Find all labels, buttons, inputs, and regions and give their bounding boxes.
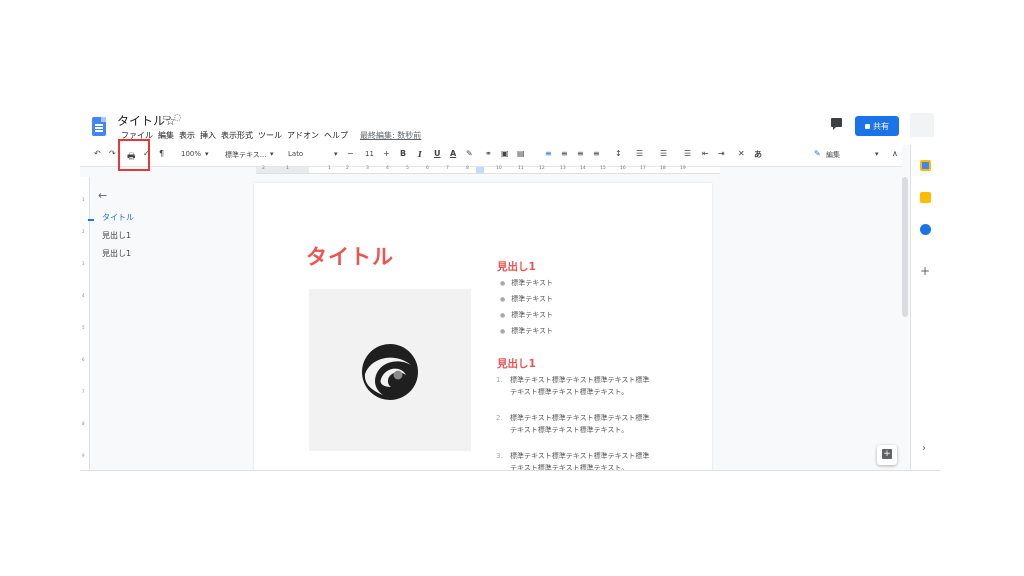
list-item[interactable]: ● 標準テキスト	[500, 278, 553, 288]
add-addon-icon[interactable]: +	[920, 264, 930, 278]
cloud-status-icon[interactable]: ◌	[174, 113, 185, 123]
line-spacing-icon[interactable]: ↕	[615, 149, 622, 158]
mode-dropdown-icon[interactable]: ▾	[875, 150, 879, 158]
tasks-icon[interactable]	[920, 224, 931, 235]
style-dropdown-icon[interactable]: ▾	[270, 150, 274, 158]
heading-2[interactable]: 見出し1	[497, 356, 536, 371]
increase-font-icon[interactable]: +	[383, 149, 390, 158]
menu-format[interactable]: 表示形式	[221, 130, 253, 141]
paint-format-icon[interactable]: ¶	[159, 149, 164, 158]
numbered-item[interactable]: 1. 標準テキスト標準テキスト標準テキスト標準テキスト標準テキスト標準テキスト。	[496, 375, 656, 398]
toolbar: ↶ ↷ 🖶 ✓ ¶ 100% ▾ 標準テキス... ▾ Lato ▾ − 11 …	[80, 145, 902, 167]
highlight-pen-icon[interactable]: ✎	[466, 149, 473, 158]
menu-edit[interactable]: 編集	[158, 130, 174, 141]
expand-panel-icon[interactable]: ›	[922, 443, 926, 454]
underline-button[interactable]: U	[434, 149, 441, 158]
menu-insert[interactable]: 挿入	[200, 130, 216, 141]
align-left-icon[interactable]: ≡	[545, 149, 552, 158]
horizontal-ruler[interactable]: 2 1 1 2 3 4 5 6 7 8 10 11 12 13 14 15 16…	[256, 166, 720, 174]
numbered-item[interactable]: 2. 標準テキスト標準テキスト標準テキスト標準テキスト標準テキスト標準テキスト。	[496, 413, 656, 436]
style-select[interactable]: 標準テキス...	[225, 150, 266, 160]
font-size-input[interactable]: 11	[365, 150, 374, 158]
avatar[interactable]	[910, 113, 934, 137]
zoom-dropdown-icon[interactable]: ▾	[205, 150, 209, 158]
menu-help[interactable]: ヘルプ	[324, 130, 348, 141]
add-comment-icon[interactable]	[877, 445, 897, 465]
keep-icon[interactable]	[920, 192, 931, 203]
outline-active-indicator	[88, 219, 94, 221]
redo-icon[interactable]: ↷	[109, 149, 116, 158]
align-center-icon[interactable]: ≡	[561, 149, 568, 158]
vertical-ruler[interactable]: 1 2 3 4 5 6 7 8 9	[80, 177, 90, 470]
last-edit-link[interactable]: 最終編集: 数秒前	[360, 130, 421, 141]
lock-icon	[865, 123, 870, 129]
input-tools-button[interactable]: あ	[754, 149, 762, 160]
logo-image[interactable]	[309, 289, 471, 451]
font-dropdown-icon[interactable]: ▾	[334, 150, 338, 158]
font-select[interactable]: Lato	[288, 150, 303, 158]
menu-bar: ファイル 編集 表示 挿入 表示形式 ツール アドオン ヘルプ 最終編集: 数秒…	[121, 130, 421, 141]
print-highlight-box	[118, 139, 150, 171]
docs-logo-icon[interactable]	[92, 117, 106, 136]
numbered-item[interactable]: 3. 標準テキスト標準テキスト標準テキスト標準テキスト標準テキスト標準テキスト。	[496, 451, 656, 470]
calendar-icon[interactable]	[920, 160, 931, 171]
comment-icon[interactable]: ▣	[501, 149, 509, 158]
numbered-list-icon[interactable]: ☰	[660, 149, 667, 158]
share-button[interactable]: 共有	[855, 116, 899, 136]
list-item[interactable]: ● 標準テキスト	[500, 326, 553, 336]
list-item[interactable]: ● 標準テキスト	[500, 294, 553, 304]
heading-1[interactable]: 見出し1	[497, 259, 536, 274]
swirl-logo-icon	[362, 344, 418, 400]
menu-tools[interactable]: ツール	[258, 130, 282, 141]
clear-formatting-icon[interactable]: ✕	[738, 149, 745, 158]
outline-item[interactable]: タイトル	[102, 212, 134, 223]
undo-icon[interactable]: ↶	[94, 149, 101, 158]
editing-mode-select[interactable]: 編集	[826, 150, 840, 160]
bold-button[interactable]: B	[400, 149, 406, 158]
list-item[interactable]: ● 標準テキスト	[500, 310, 553, 320]
outline-item[interactable]: 見出し1	[102, 248, 131, 259]
edit-pencil-icon[interactable]: ✎	[814, 149, 821, 158]
comment-history-icon[interactable]	[831, 118, 842, 130]
menu-addons[interactable]: アドオン	[287, 130, 319, 141]
menu-view[interactable]: 表示	[179, 130, 195, 141]
move-folder-icon[interactable]: ▭	[162, 113, 174, 123]
align-justify-icon[interactable]: ≡	[593, 149, 600, 158]
italic-button[interactable]: I	[418, 149, 422, 159]
bulleted-list-icon[interactable]: ☰	[684, 149, 691, 158]
doc-title-text[interactable]: タイトル	[306, 241, 394, 271]
decrease-font-icon[interactable]: −	[347, 149, 354, 158]
document-page[interactable]: タイトル 見出し1 ● 標準テキスト ● 標準テキスト ● 標準テキスト ● 標準テキス…	[254, 183, 712, 470]
close-outline-arrow-icon[interactable]: ←	[98, 189, 107, 202]
collapse-icon[interactable]: ∧	[892, 149, 898, 158]
decrease-indent-icon[interactable]: ⇤	[702, 149, 709, 158]
vertical-scrollbar[interactable]	[902, 177, 908, 317]
side-panel: + ›	[910, 145, 940, 470]
align-right-icon[interactable]: ≡	[577, 149, 584, 158]
zoom-select[interactable]: 100%	[181, 150, 201, 158]
docs-window: タイトル☆ ▭◌ ファイル 編集 表示 挿入 表示形式 ツール アドオン ヘルプ…	[80, 107, 940, 471]
outline-item[interactable]: 見出し1	[102, 230, 131, 241]
header: タイトル☆ ▭◌ ファイル 編集 表示 挿入 表示形式 ツール アドオン ヘルプ…	[80, 107, 940, 145]
checklist-icon[interactable]: ☰	[636, 149, 643, 158]
increase-indent-icon[interactable]: ⇥	[718, 149, 725, 158]
image-icon[interactable]: ▤	[517, 149, 525, 158]
link-icon[interactable]: ⚭	[485, 149, 492, 158]
text-color-button[interactable]: A	[450, 149, 456, 158]
